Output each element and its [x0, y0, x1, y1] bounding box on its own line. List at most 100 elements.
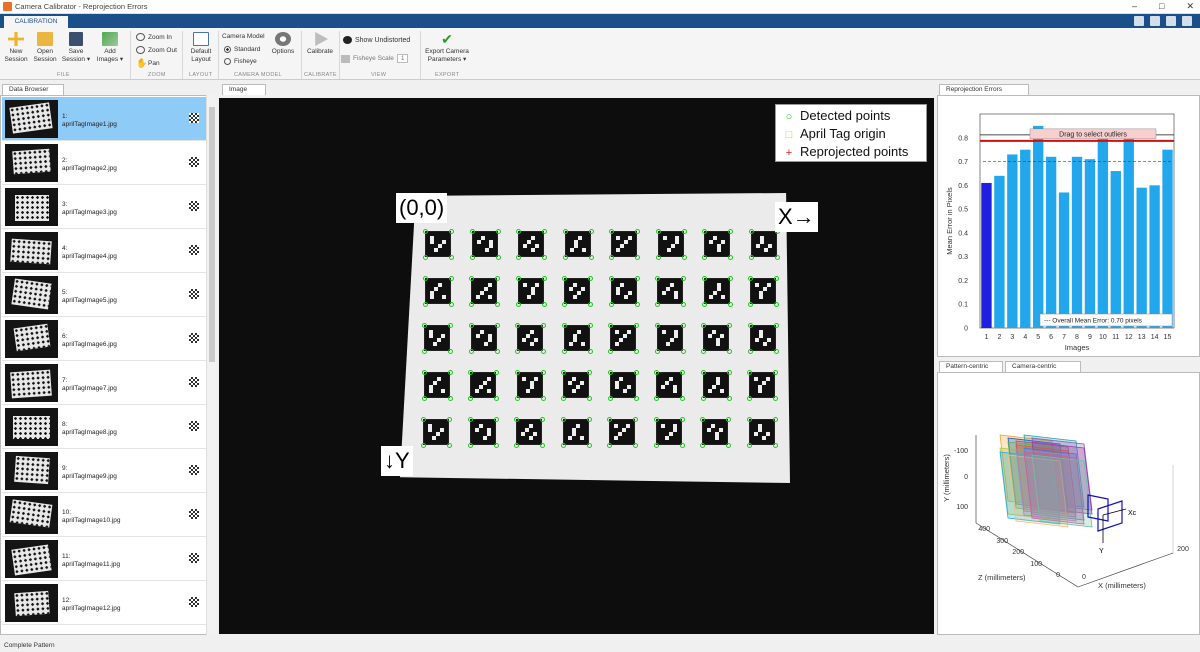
browser-item[interactable]: 11: aprilTagImage11.jpg: [2, 537, 207, 581]
image-view[interactable]: ○ Detected points □ April Tag origin + Repr…: [219, 98, 934, 634]
tab-pattern-centric[interactable]: Pattern-centric: [939, 361, 1003, 372]
detected-point-marker: [746, 443, 752, 448]
save-session-button[interactable]: Save Session ▾: [61, 32, 91, 64]
y-tick-label: 0.3: [958, 254, 968, 261]
detected-point-marker: [634, 302, 640, 307]
april-tag: [562, 229, 594, 260]
fisheye-scale-control[interactable]: Fisheye Scale 1: [341, 54, 409, 63]
detected-point-marker: [448, 349, 453, 354]
checkerboard-icon: [189, 157, 199, 167]
browser-item[interactable]: 6: aprilTagImage6.jpg: [2, 317, 207, 361]
browser-item[interactable]: 3: aprilTagImage3.jpg: [2, 185, 207, 229]
detected-point-marker: [655, 302, 660, 307]
fisheye-radio[interactable]: Fisheye: [224, 58, 257, 65]
detected-point-marker: [540, 396, 546, 401]
april-tag: [515, 276, 547, 307]
camera-centric-3d-plot[interactable]: Xc Y -100 0 100 400 300 200 100 0 200 0 Z (millimete…: [938, 373, 1199, 634]
detected-point-marker: [609, 229, 614, 234]
detected-point-marker: [423, 229, 428, 234]
add-images-button[interactable]: Add Images ▾: [95, 32, 125, 64]
x-tick-label: 14: [1151, 334, 1159, 341]
browser-item-number: 1:: [62, 113, 68, 120]
x-tick-label: 9: [1088, 334, 1092, 341]
chevron-down-icon[interactable]: [1182, 16, 1192, 26]
title-bar: Camera Calibrator - Reprojection Errors …: [0, 0, 1200, 14]
open-session-label: Open Session: [33, 48, 57, 63]
checkerboard-icon: [189, 201, 199, 211]
image-thumbnail: [5, 188, 58, 226]
undock-icon[interactable]: [1150, 16, 1160, 26]
radio-empty-icon: [224, 58, 231, 65]
browser-item[interactable]: 7: aprilTagImage7.jpg: [2, 361, 207, 405]
close-button[interactable]: ✕: [1186, 1, 1194, 12]
calibrate-label: Calibrate: [306, 48, 333, 55]
calibrate-button[interactable]: Calibrate: [303, 32, 337, 56]
detected-point-marker: [468, 370, 473, 375]
detected-point-marker: [467, 417, 473, 422]
browser-scrollbar[interactable]: [206, 95, 216, 635]
error-bar: [1162, 149, 1173, 328]
export-camera-parameters-button[interactable]: ✔ Export Camera Parameters ▾: [423, 32, 471, 64]
x-tick-label: 13: [1138, 334, 1146, 341]
tab-calibration[interactable]: CALIBRATION: [4, 16, 68, 28]
new-session-button[interactable]: New Session: [4, 32, 28, 64]
april-tag: [422, 276, 454, 307]
ribbon-separator: [218, 31, 219, 79]
detected-point-marker: [748, 302, 753, 307]
detected-point-marker: [747, 396, 752, 401]
detected-point-marker: [541, 349, 546, 354]
scrollbar-thumb[interactable]: [209, 107, 215, 362]
april-tag: [748, 276, 779, 307]
image-thumbnail: [5, 144, 58, 182]
thumbnail-pattern: [9, 499, 53, 528]
tab-data-browser[interactable]: Data Browser: [2, 84, 64, 95]
detected-point-marker: [654, 349, 660, 354]
mean-error-label: --- Overall Mean Error: 0.70 pixels: [1044, 318, 1143, 325]
default-layout-button[interactable]: Default Layout: [186, 32, 216, 64]
maximize-button[interactable]: □: [1159, 1, 1164, 12]
standard-radio[interactable]: Standard: [224, 46, 260, 53]
browser-item[interactable]: 8: aprilTagImage8.jpg: [2, 405, 207, 449]
detected-point-marker: [495, 276, 500, 281]
y-tick-label: 0.6: [958, 183, 968, 190]
show-undistorted-button[interactable]: Show Undistorted: [343, 36, 410, 44]
y-tick-label: 0: [964, 326, 968, 333]
ribbon-separator: [182, 31, 183, 79]
april-tag: [747, 323, 779, 354]
y-axis-label: Mean Error in Pixels: [945, 187, 954, 255]
browser-item-label: 1: aprilTagImage1.jpg: [62, 113, 117, 129]
minimize-button[interactable]: –: [1132, 1, 1137, 12]
detected-point-marker: [562, 302, 567, 307]
image-thumbnail: [5, 276, 58, 314]
y-tick-label: 0.7: [958, 159, 968, 166]
window-controls: – □ ✕: [1132, 1, 1194, 12]
browser-item[interactable]: 12: aprilTagImage12.jpg: [2, 581, 207, 625]
open-session-button[interactable]: Open Session: [32, 32, 58, 64]
detected-point-marker: [447, 417, 452, 422]
browser-item[interactable]: 1: aprilTagImage1.jpg: [2, 97, 207, 141]
detected-point-marker: [469, 302, 474, 307]
detected-point-marker: [516, 255, 521, 260]
tab-camera-centric[interactable]: Camera-centric: [1005, 361, 1081, 372]
browser-item[interactable]: 10: aprilTagImage10.jpg: [2, 493, 207, 537]
browser-item-label: 3: aprilTagImage3.jpg: [62, 201, 117, 217]
browser-item[interactable]: 9: aprilTagImage9.jpg: [2, 449, 207, 493]
hand-icon: ✋: [136, 58, 148, 68]
zoom-out-button[interactable]: Zoom Out: [136, 46, 177, 54]
fisheye-scale-input[interactable]: 1: [396, 54, 409, 63]
browser-item[interactable]: 4: aprilTagImage4.jpg: [2, 229, 207, 273]
detected-point-marker: [633, 396, 639, 401]
detected-point-marker: [560, 443, 566, 448]
tab-image[interactable]: Image: [222, 84, 266, 95]
layout-icon[interactable]: [1134, 16, 1144, 26]
detected-point-marker: [773, 349, 779, 354]
reprojection-error-chart[interactable]: 00.10.20.30.40.50.60.70.81 2 3 4 5 6 7 8 9 10 11 12…: [938, 96, 1199, 356]
browser-item[interactable]: 5: aprilTagImage5.jpg: [2, 273, 207, 317]
help-icon[interactable]: [1166, 16, 1176, 26]
tab-reprojection-errors[interactable]: Reprojection Errors: [939, 84, 1029, 95]
pan-button[interactable]: ✋ Pan: [136, 58, 160, 68]
options-button[interactable]: Options: [268, 32, 298, 56]
zoom-in-button[interactable]: Zoom In: [136, 33, 172, 41]
browser-item[interactable]: 2: aprilTagImage2.jpg: [2, 141, 207, 185]
quick-access-toolbar: [1134, 16, 1192, 26]
